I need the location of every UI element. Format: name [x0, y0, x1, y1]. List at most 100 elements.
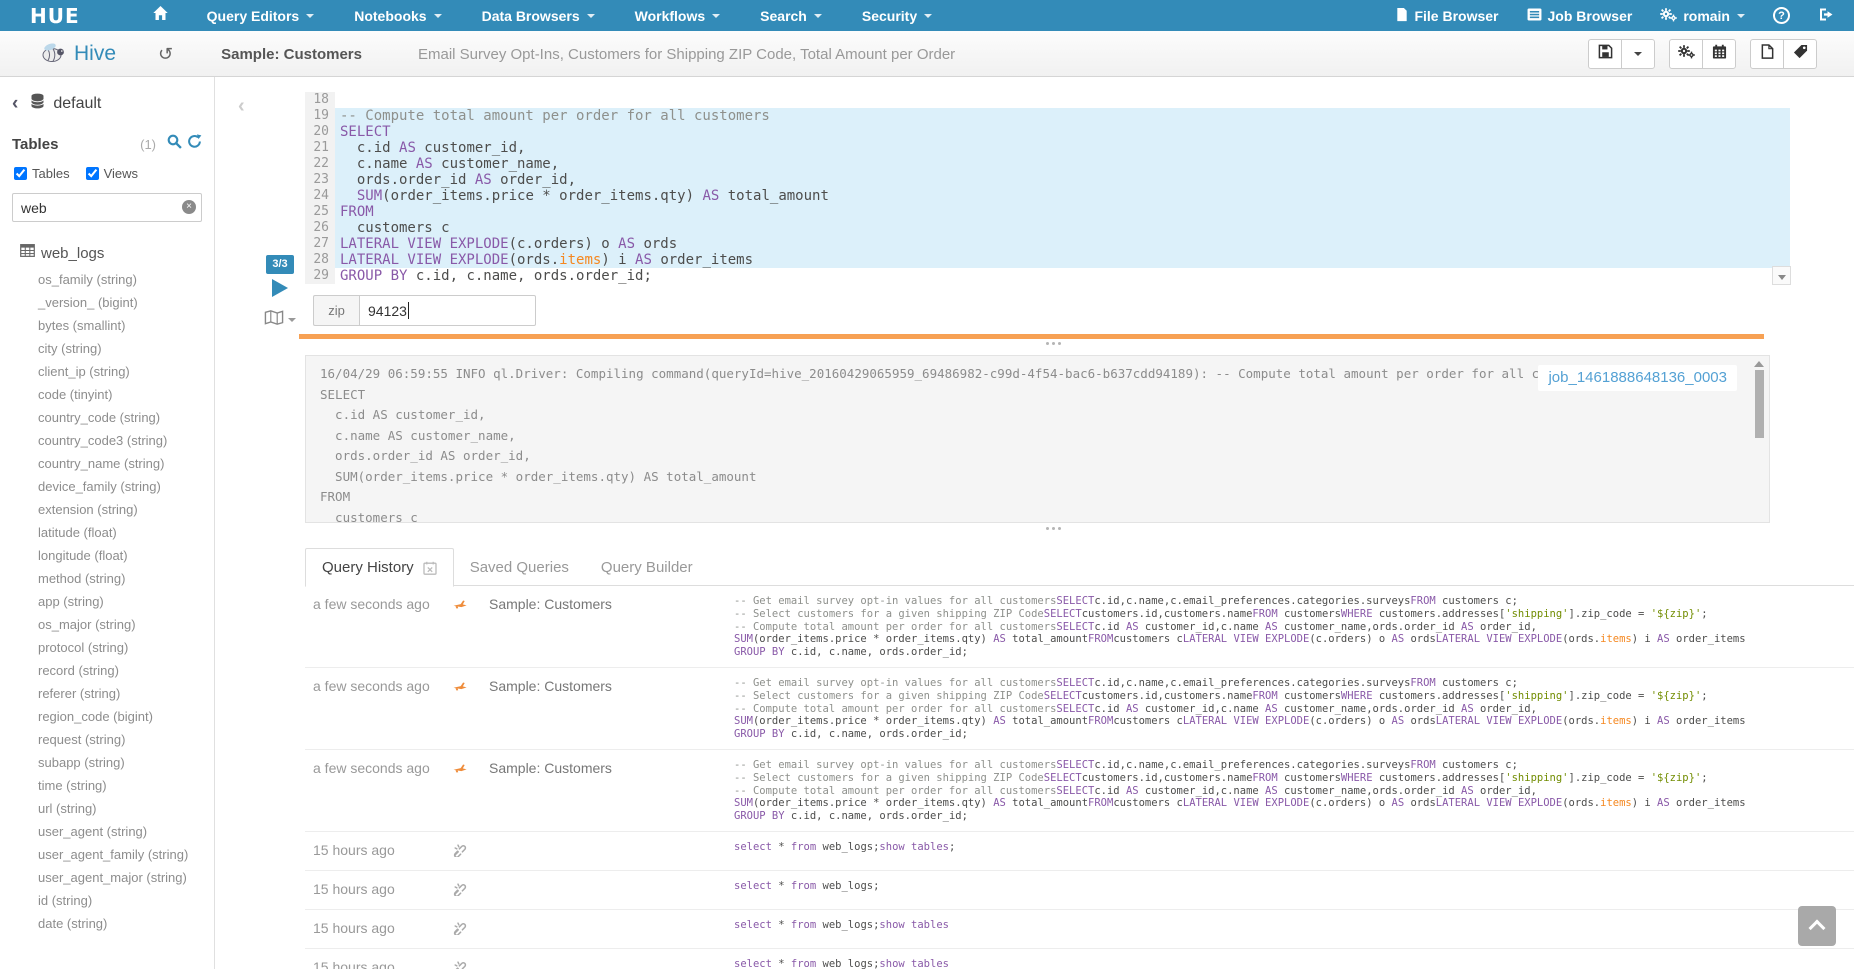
column-item[interactable]: os_family (string) [0, 268, 214, 291]
history-row[interactable]: 15 hours agoselect * from web_logs;show … [305, 910, 1854, 949]
nav-user-menu[interactable]: romain [1660, 7, 1745, 25]
nav-menu-search[interactable]: Search [760, 8, 822, 24]
hue-logo[interactable]: HUE [30, 4, 80, 28]
database-name[interactable]: default [53, 95, 101, 113]
code-token: -- Select customers for a given shipping… [734, 772, 1044, 784]
column-item[interactable]: url (string) [0, 797, 214, 820]
column-item[interactable]: country_name (string) [0, 452, 214, 475]
nav-menu-data-browsers[interactable]: Data Browsers [482, 8, 595, 24]
line-number: 22 [305, 156, 335, 172]
column-item[interactable]: bytes (smallint) [0, 314, 214, 337]
tab-query-builder[interactable]: Query Builder [585, 549, 709, 586]
new-query-button[interactable] [1750, 39, 1784, 69]
nav-job-browser[interactable]: Job Browser [1527, 8, 1633, 24]
scrollbar-thumb[interactable] [1755, 370, 1764, 438]
column-item[interactable]: longitude (float) [0, 544, 214, 567]
table-search-input[interactable] [12, 193, 202, 222]
schedule-button[interactable] [1702, 39, 1736, 69]
code-token: FROM [1252, 690, 1277, 702]
settings-button[interactable] [1669, 39, 1703, 69]
code-token: ords [635, 236, 677, 252]
column-item[interactable]: latitude (float) [0, 521, 214, 544]
history-row[interactable]: 15 hours agoselect * from web_logs; [305, 871, 1854, 910]
code-token: customers c [1113, 797, 1183, 809]
column-item[interactable]: device_family (string) [0, 475, 214, 498]
history-row[interactable]: 15 hours agoselect * from web_logs;show … [305, 832, 1854, 871]
column-item[interactable]: id (string) [0, 889, 214, 912]
column-item[interactable]: record (string) [0, 659, 214, 682]
log-scrollbar[interactable] [1753, 359, 1765, 519]
tab-saved-queries[interactable]: Saved Queries [454, 549, 585, 586]
history-row[interactable]: a few seconds agoSample: Customers-- Get… [305, 750, 1854, 832]
editor-scroll-down-button[interactable] [1772, 266, 1791, 285]
column-item[interactable]: app (string) [0, 590, 214, 613]
help-button[interactable] [1773, 7, 1790, 24]
column-item[interactable]: code (tinyint) [0, 383, 214, 406]
resize-handle[interactable] [1046, 527, 1064, 530]
column-item[interactable]: date (string) [0, 912, 214, 935]
column-item[interactable]: time (string) [0, 774, 214, 797]
home-button[interactable] [152, 5, 169, 26]
tab-query-history[interactable]: Query History [305, 548, 454, 587]
sql-editor[interactable]: 1819-- Compute total amount per order fo… [305, 92, 1790, 285]
code-token: AS [1392, 633, 1405, 645]
log-line: c.id AS customer_id, [320, 405, 1755, 426]
column-item[interactable]: user_agent_family (string) [0, 843, 214, 866]
variable-input[interactable] [359, 295, 536, 326]
code-token: (order_items.price * order_items.qty) [382, 188, 702, 204]
history-row[interactable]: 15 hours agoselect * from web_logs;show … [305, 949, 1854, 969]
save-button[interactable] [1588, 39, 1622, 69]
tags-button[interactable] [1783, 39, 1817, 69]
column-item[interactable]: country_code3 (string) [0, 429, 214, 452]
nav-menu-security[interactable]: Security [862, 8, 932, 24]
nav-file-browser[interactable]: File Browser [1396, 7, 1498, 25]
column-item[interactable]: os_major (string) [0, 613, 214, 636]
column-item[interactable]: _version_ (bigint) [0, 291, 214, 314]
column-item[interactable]: city (string) [0, 337, 214, 360]
column-item[interactable]: referer (string) [0, 682, 214, 705]
text-cursor [408, 302, 409, 319]
scroll-up-icon[interactable] [1754, 361, 1764, 367]
column-item[interactable]: subapp (string) [0, 751, 214, 774]
code-line: ords.order_id AS order_id, [335, 172, 1790, 188]
column-item[interactable]: extension (string) [0, 498, 214, 521]
history-query: select * from web_logs;show tables [734, 919, 1854, 932]
save-options-button[interactable] [1621, 39, 1655, 69]
column-item[interactable]: user_agent_major (string) [0, 866, 214, 889]
filter-tables[interactable]: Tables [14, 166, 70, 181]
column-item[interactable]: client_ip (string) [0, 360, 214, 383]
nav-menu-query-editors[interactable]: Query Editors [207, 8, 315, 24]
file-icon [1396, 7, 1414, 25]
refresh-icon[interactable] [182, 134, 202, 154]
line-number: 21 [305, 140, 335, 156]
column-item[interactable]: country_code (string) [0, 406, 214, 429]
job-link[interactable]: job_1461888648136_0003 [1548, 369, 1727, 386]
nav-menu-workflows[interactable]: Workflows [635, 8, 721, 24]
new-document-icon [1761, 44, 1774, 64]
resize-handle[interactable] [1046, 342, 1064, 345]
clear-search-icon[interactable] [182, 200, 196, 214]
column-item[interactable]: request (string) [0, 728, 214, 751]
nav-menu-notebooks[interactable]: Notebooks [354, 8, 441, 24]
column-item[interactable]: region_code (bigint) [0, 705, 214, 728]
code-token: order_id, [1474, 703, 1537, 715]
history-row[interactable]: a few seconds agoSample: Customers-- Get… [305, 668, 1854, 750]
column-item[interactable]: method (string) [0, 567, 214, 590]
execute-button[interactable] [272, 279, 288, 297]
search-icon[interactable] [162, 134, 182, 154]
query-title[interactable]: Sample: Customers [221, 46, 362, 63]
query-history-icon[interactable]: ↺ [158, 44, 173, 65]
scroll-to-top-button[interactable] [1798, 906, 1836, 946]
logout-button[interactable] [1818, 7, 1840, 25]
filter-views[interactable]: Views [86, 166, 138, 181]
app-name[interactable]: Hive [74, 42, 116, 66]
table-item-web-logs[interactable]: web_logs [0, 226, 214, 268]
column-item[interactable]: protocol (string) [0, 636, 214, 659]
navigate-map-button[interactable] [264, 310, 296, 330]
code-token: WHERE [1341, 608, 1373, 620]
views-checkbox[interactable] [86, 167, 99, 180]
code-token: AS [993, 633, 1006, 645]
column-item[interactable]: user_agent (string) [0, 820, 214, 843]
tables-checkbox[interactable] [14, 167, 27, 180]
history-row[interactable]: a few seconds agoSample: Customers-- Get… [305, 586, 1854, 668]
